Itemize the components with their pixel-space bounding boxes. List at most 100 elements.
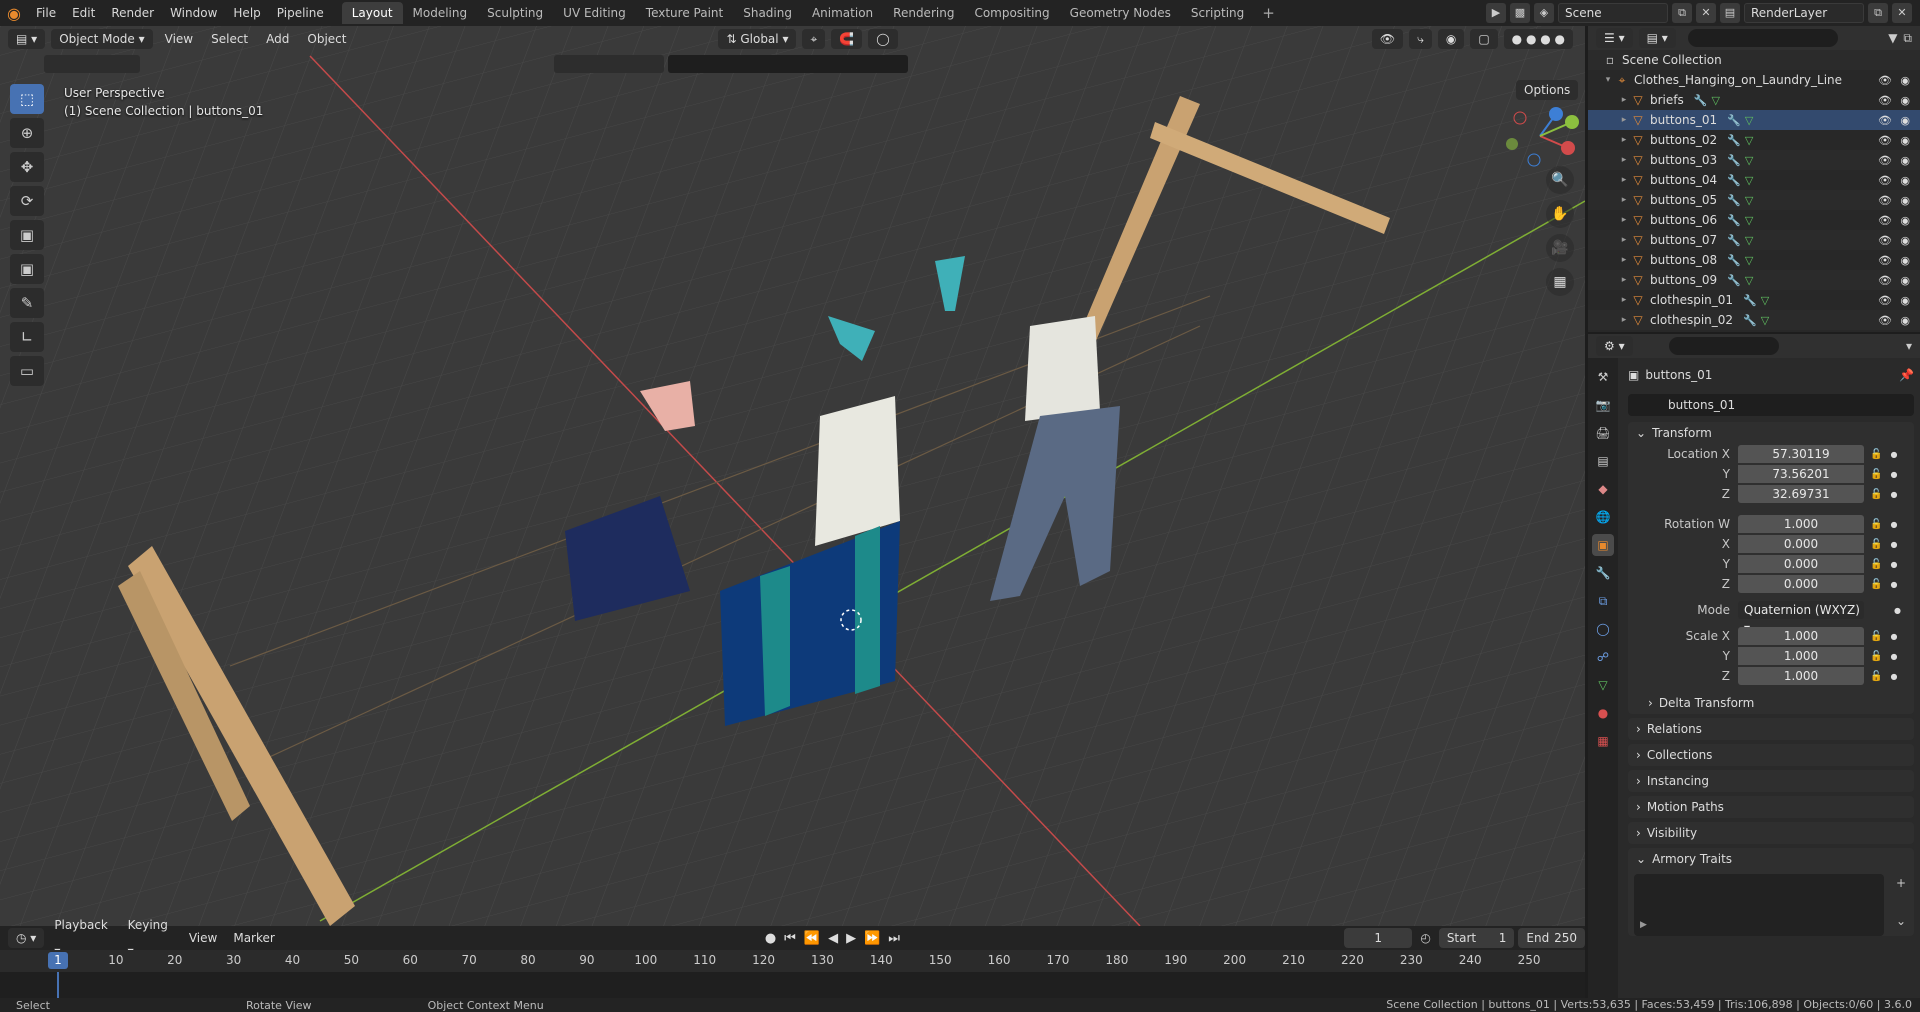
expand-icon[interactable]: ▸ bbox=[1618, 235, 1630, 245]
editor-type-dropdown[interactable]: ▤ ▾ bbox=[8, 29, 46, 49]
outliner-collection-row[interactable]: ▾ ⌖ Clothes_Hanging_on_Laundry_Line 👁 ◉ bbox=[1588, 70, 1920, 90]
texture-tab-icon[interactable]: ▦ bbox=[1592, 730, 1614, 752]
viewport-menu-add[interactable]: Add bbox=[260, 26, 295, 52]
location-z-field[interactable]: 32.69731 bbox=[1738, 485, 1864, 503]
expand-icon[interactable]: ▸ bbox=[1618, 115, 1630, 125]
modifier-wrench-icon[interactable]: 🔧 bbox=[1727, 274, 1741, 287]
scale-icon[interactable]: ▣ bbox=[10, 220, 44, 250]
mesh-data-icon[interactable]: ▽ bbox=[1745, 254, 1753, 267]
tab-rendering[interactable]: Rendering bbox=[883, 2, 964, 24]
mesh-data-icon[interactable]: ▽ bbox=[1745, 154, 1753, 167]
rotation-mode-dropdown[interactable]: Quaternion (WXYZ) ▾ bbox=[1738, 601, 1864, 635]
overlay-icon[interactable]: ◉ bbox=[1437, 29, 1465, 49]
render-tab-icon[interactable]: 📷 bbox=[1592, 394, 1614, 416]
view-layer-tab-icon[interactable]: ▤ bbox=[1592, 450, 1614, 472]
output-tab-icon[interactable]: 🖨 bbox=[1592, 422, 1614, 444]
zoom-icon[interactable]: 🔍 bbox=[1546, 166, 1574, 194]
expand-list-icon[interactable]: ▶ bbox=[1640, 920, 1647, 930]
playhead[interactable]: 1 bbox=[48, 952, 68, 969]
mesh-data-icon[interactable]: ▽ bbox=[1745, 134, 1753, 147]
keyframe-dot-icon[interactable]: ● bbox=[1894, 606, 1901, 615]
tab-texture-paint[interactable]: Texture Paint bbox=[636, 2, 733, 24]
tab-scripting[interactable]: Scripting bbox=[1181, 2, 1254, 24]
visibility-eye-icon[interactable]: 👁 bbox=[1878, 314, 1892, 327]
new-collection-icon[interactable]: ⧉ bbox=[1903, 31, 1912, 46]
expand-icon[interactable]: ▸ bbox=[1618, 275, 1630, 285]
modifier-wrench-icon[interactable]: 🔧 bbox=[1727, 254, 1741, 267]
tab-animation[interactable]: Animation bbox=[802, 2, 883, 24]
visibility-eye-icon[interactable]: 👁 bbox=[1878, 274, 1892, 287]
tab-shading[interactable]: Shading bbox=[733, 2, 802, 24]
instancing-panel[interactable]: › Instancing bbox=[1628, 770, 1914, 792]
camera-icon[interactable]: 🎥 bbox=[1546, 234, 1574, 262]
world-tab-icon[interactable]: 🌐 bbox=[1592, 506, 1614, 528]
tab-layout[interactable]: Layout bbox=[341, 2, 403, 24]
start-frame-field[interactable]: Start 1 bbox=[1438, 928, 1515, 948]
transform-orientation-dropdown[interactable]: ⇅ Global ▾ bbox=[718, 29, 797, 49]
visibility-eye-icon[interactable]: 👁 bbox=[1878, 234, 1892, 247]
timeline-menu-marker[interactable]: Marker bbox=[227, 925, 280, 951]
keyframe-dot-icon[interactable]: ● bbox=[1890, 520, 1897, 529]
object-name-field[interactable]: buttons_01 bbox=[1628, 394, 1914, 416]
modifier-wrench-icon[interactable]: 🔧 bbox=[1727, 114, 1741, 127]
keyframe-dot-icon[interactable]: ● bbox=[1890, 652, 1897, 661]
modifier-tab-icon[interactable]: 🔧 bbox=[1592, 562, 1614, 584]
modifier-wrench-icon[interactable]: 🔧 bbox=[1727, 214, 1741, 227]
expand-icon[interactable]: ▸ bbox=[1618, 255, 1630, 265]
timeline-menu-view[interactable]: View bbox=[183, 925, 223, 951]
expand-icon[interactable]: ▸ bbox=[1618, 215, 1630, 225]
proportional-edit-icon[interactable]: ◯ bbox=[868, 29, 898, 49]
menu-render[interactable]: Render bbox=[103, 0, 162, 26]
tab-geometry-nodes[interactable]: Geometry Nodes bbox=[1060, 2, 1181, 24]
mesh-data-icon[interactable]: ▽ bbox=[1745, 114, 1753, 127]
tab-sculpting[interactable]: Sculpting bbox=[477, 2, 553, 24]
render-camera-icon[interactable]: ◉ bbox=[1900, 194, 1910, 207]
render-image-icon[interactable]: ▩ bbox=[1510, 3, 1530, 23]
pan-hand-icon[interactable]: ✋ bbox=[1546, 200, 1574, 228]
scene-tab-icon[interactable]: ◆ bbox=[1592, 478, 1614, 500]
visibility-eye-icon[interactable]: 👁 bbox=[1878, 134, 1892, 147]
select-box-icon[interactable]: ⬚ bbox=[10, 84, 44, 114]
outliner-search-input[interactable] bbox=[1687, 29, 1838, 47]
visibility-eye-icon[interactable]: 👁 bbox=[1878, 74, 1892, 87]
timeline-track[interactable] bbox=[0, 972, 1585, 998]
jump-start-icon[interactable]: ⏮ bbox=[784, 931, 796, 946]
mesh-data-icon[interactable]: ▽ bbox=[1761, 314, 1769, 327]
traits-list[interactable]: + ⌄ ▶ bbox=[1634, 874, 1906, 936]
tool-tab-icon[interactable]: ⚒ bbox=[1592, 366, 1614, 388]
pivot-icon[interactable]: ⌖ bbox=[802, 29, 826, 49]
timeline-ruler[interactable]: 1 10 20 30 40 50 60 70 80 90 100 110 120 130 140 150 16… bbox=[0, 950, 1585, 972]
menu-help[interactable]: Help bbox=[225, 0, 268, 26]
annotate-icon[interactable]: ✎ bbox=[10, 288, 44, 318]
outliner-item-buttons_07[interactable]: ▸ ▽ buttons_07 🔧 ▽ 👁 ◉ bbox=[1588, 230, 1920, 250]
visibility-eye-icon[interactable]: 👁 bbox=[1878, 294, 1892, 307]
visibility-eye-icon[interactable]: 👁 bbox=[1878, 194, 1892, 207]
keyframe-dot-icon[interactable]: ● bbox=[1890, 632, 1897, 641]
rotation-w-field[interactable]: 1.000 bbox=[1738, 515, 1864, 533]
visibility-panel[interactable]: › Visibility bbox=[1628, 822, 1914, 844]
data-tab-icon[interactable]: ▽ bbox=[1592, 674, 1614, 696]
render-camera-icon[interactable]: ◉ bbox=[1900, 154, 1910, 167]
viewport-search-input[interactable] bbox=[668, 55, 908, 73]
delete-scene-icon[interactable]: ✕ bbox=[1696, 3, 1716, 23]
filter-icons[interactable] bbox=[554, 55, 664, 73]
add-cube-icon[interactable]: ▭ bbox=[10, 356, 44, 386]
modifier-wrench-icon[interactable]: 🔧 bbox=[1727, 134, 1741, 147]
mesh-data-icon[interactable]: ▽ bbox=[1745, 214, 1753, 227]
visibility-icon[interactable]: 👁 bbox=[1371, 29, 1404, 49]
location-x-field[interactable]: 57.30119 bbox=[1738, 445, 1864, 463]
current-frame-field[interactable]: 1 bbox=[1343, 928, 1413, 948]
modifier-wrench-icon[interactable]: 🔧 bbox=[1727, 174, 1741, 187]
outliner-item-briefs[interactable]: ▸ ▽ briefs 🔧 ▽ 👁 ◉ bbox=[1588, 90, 1920, 110]
scene-icon[interactable]: ◈ bbox=[1534, 3, 1554, 23]
view-layer-selector[interactable]: RenderLayer bbox=[1744, 3, 1864, 23]
move-icon[interactable]: ✥ bbox=[10, 152, 44, 182]
visibility-eye-icon[interactable]: 👁 bbox=[1878, 214, 1892, 227]
outliner-item-buttons_04[interactable]: ▸ ▽ buttons_04 🔧 ▽ 👁 ◉ bbox=[1588, 170, 1920, 190]
keyframe-dot-icon[interactable]: ● bbox=[1890, 470, 1897, 479]
expand-icon[interactable]: ▸ bbox=[1618, 175, 1630, 185]
outliner-editor-type-icon[interactable]: ☰ ▾ bbox=[1596, 28, 1633, 48]
armory-traits-header[interactable]: ⌄ Armory Traits bbox=[1628, 848, 1914, 870]
navigation-gizmo[interactable] bbox=[1500, 96, 1580, 176]
lock-icon[interactable]: 🔓 bbox=[1870, 489, 1882, 500]
